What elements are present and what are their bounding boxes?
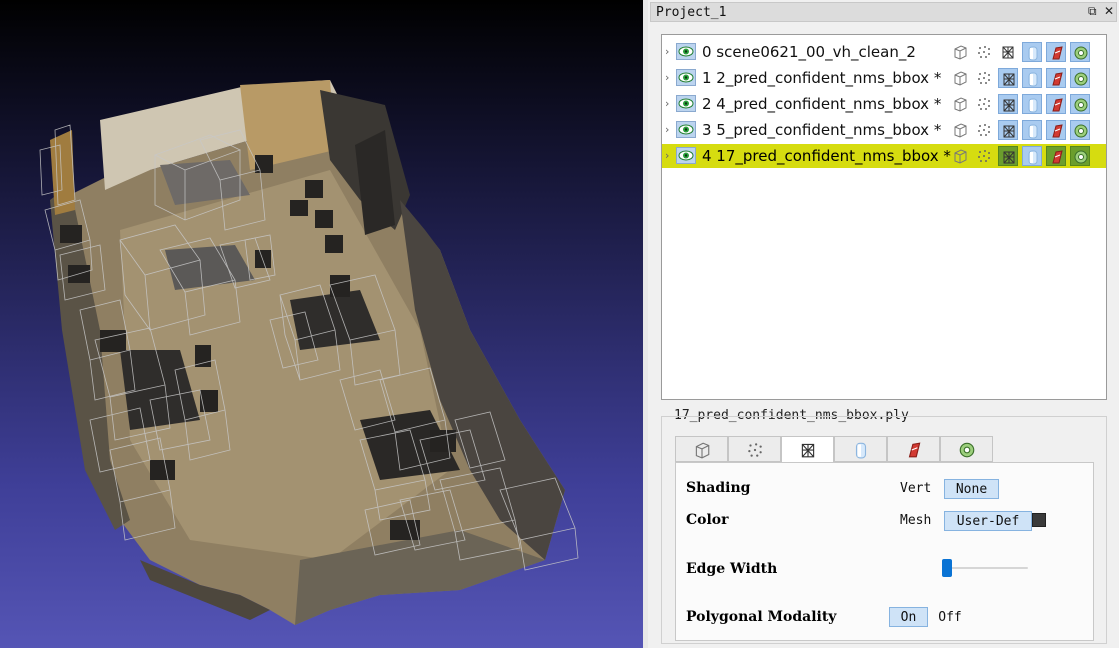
polygonal-off-button[interactable]: Off (934, 607, 966, 627)
box-icon[interactable] (950, 42, 970, 62)
visibility-eye-icon[interactable] (676, 121, 696, 138)
color-swatch[interactable] (1032, 513, 1046, 527)
visibility-eye-icon[interactable] (676, 69, 696, 86)
visibility-eye-icon[interactable] (676, 43, 696, 60)
cylinder-icon[interactable] (1022, 68, 1042, 88)
wireframe-icon[interactable] (998, 68, 1018, 88)
gear-icon[interactable] (1070, 120, 1090, 140)
visibility-eye-icon[interactable] (676, 147, 696, 164)
tab-box[interactable] (675, 436, 728, 462)
tab-cylinder[interactable] (834, 436, 887, 462)
red-brush-icon[interactable] (1046, 120, 1066, 140)
gear-icon[interactable] (1070, 94, 1090, 114)
shading-label: Shading (686, 480, 751, 496)
float-button[interactable]: ⧉ (1088, 4, 1097, 19)
expand-chevron-icon[interactable]: › (665, 45, 669, 58)
3d-viewport[interactable] (0, 0, 643, 648)
layer-row[interactable]: › 0 scene0621_00_vh_clean_2 (662, 40, 1106, 64)
project-dock: Project_1 ⧉ ✕ › 0 scene0621_00_vh_clean_2… (648, 0, 1119, 648)
red-brush-icon[interactable] (1046, 146, 1066, 166)
layer-row[interactable]: › 1 2_pred_confident_nms_bbox * (662, 66, 1106, 90)
points-icon[interactable] (974, 42, 994, 62)
layer-row[interactable]: › 3 5_pred_confident_nms_bbox * (662, 118, 1106, 142)
color-mode-label: Mesh (900, 513, 932, 528)
gear-icon[interactable] (1070, 42, 1090, 62)
edge-width-slider-track[interactable] (942, 567, 1028, 569)
color-label: Color (686, 512, 729, 528)
layer-row[interactable]: › 4 17_pred_confident_nms_bbox * (662, 144, 1106, 168)
cylinder-icon[interactable] (1022, 94, 1042, 114)
visibility-eye-icon[interactable] (676, 95, 696, 112)
expand-chevron-icon[interactable]: › (665, 71, 669, 84)
box-icon[interactable] (950, 120, 970, 140)
expand-chevron-icon[interactable]: › (665, 149, 669, 162)
tab-red-brush[interactable] (887, 436, 940, 462)
cylinder-icon[interactable] (1022, 146, 1042, 166)
box-icon[interactable] (950, 146, 970, 166)
shading-mode-label: Vert (900, 481, 932, 496)
red-brush-icon[interactable] (1046, 94, 1066, 114)
close-button[interactable]: ✕ (1104, 4, 1114, 18)
points-icon[interactable] (974, 68, 994, 88)
scene-render (39, 80, 579, 625)
points-icon[interactable] (974, 146, 994, 166)
cylinder-icon[interactable] (1022, 120, 1042, 140)
dock-titlebar: Project_1 ⧉ ✕ (650, 2, 1117, 22)
layer-name: 3 5_pred_confident_nms_bbox * (702, 121, 942, 139)
tab-gear[interactable] (940, 436, 993, 462)
polygonal-modality-label: Polygonal Modality (686, 609, 837, 625)
layer-name: 2 4_pred_confident_nms_bbox * (702, 95, 942, 113)
box-icon[interactable] (950, 68, 970, 88)
dock-title: Project_1 (656, 5, 727, 20)
edge-width-label: Edge Width (686, 561, 778, 577)
tab-wireframe[interactable] (781, 436, 834, 463)
red-brush-icon[interactable] (1046, 68, 1066, 88)
gear-icon[interactable] (1070, 68, 1090, 88)
expand-chevron-icon[interactable]: › (665, 123, 669, 136)
red-brush-icon[interactable] (1046, 42, 1066, 62)
layer-tree: › 0 scene0621_00_vh_clean_2 › 1 2_pred_conf… (661, 34, 1107, 400)
layer-name: 1 2_pred_confident_nms_bbox * (702, 69, 942, 87)
polygonal-on-button[interactable]: On (889, 607, 928, 627)
edge-width-slider-handle[interactable] (941, 559, 952, 577)
gear-icon[interactable] (1070, 146, 1090, 166)
wireframe-icon[interactable] (998, 146, 1018, 166)
layer-name: 0 scene0621_00_vh_clean_2 (702, 43, 916, 61)
points-icon[interactable] (974, 120, 994, 140)
wireframe-icon[interactable] (998, 120, 1018, 140)
properties-panel: Shading Vert None Color Mesh User-Def Ed… (675, 462, 1094, 641)
layer-row[interactable]: › 2 4_pred_confident_nms_bbox * (662, 92, 1106, 116)
tab-points[interactable] (728, 436, 781, 462)
box-icon[interactable] (950, 94, 970, 114)
shading-none-button[interactable]: None (944, 479, 999, 499)
color-userdef-button[interactable]: User-Def (944, 511, 1032, 531)
cylinder-icon[interactable] (1022, 42, 1042, 62)
expand-chevron-icon[interactable]: › (665, 97, 669, 110)
wireframe-icon[interactable] (998, 94, 1018, 114)
points-icon[interactable] (974, 94, 994, 114)
layer-name: 4 17_pred_confident_nms_bbox * (702, 147, 951, 165)
wireframe-icon[interactable] (998, 42, 1018, 62)
